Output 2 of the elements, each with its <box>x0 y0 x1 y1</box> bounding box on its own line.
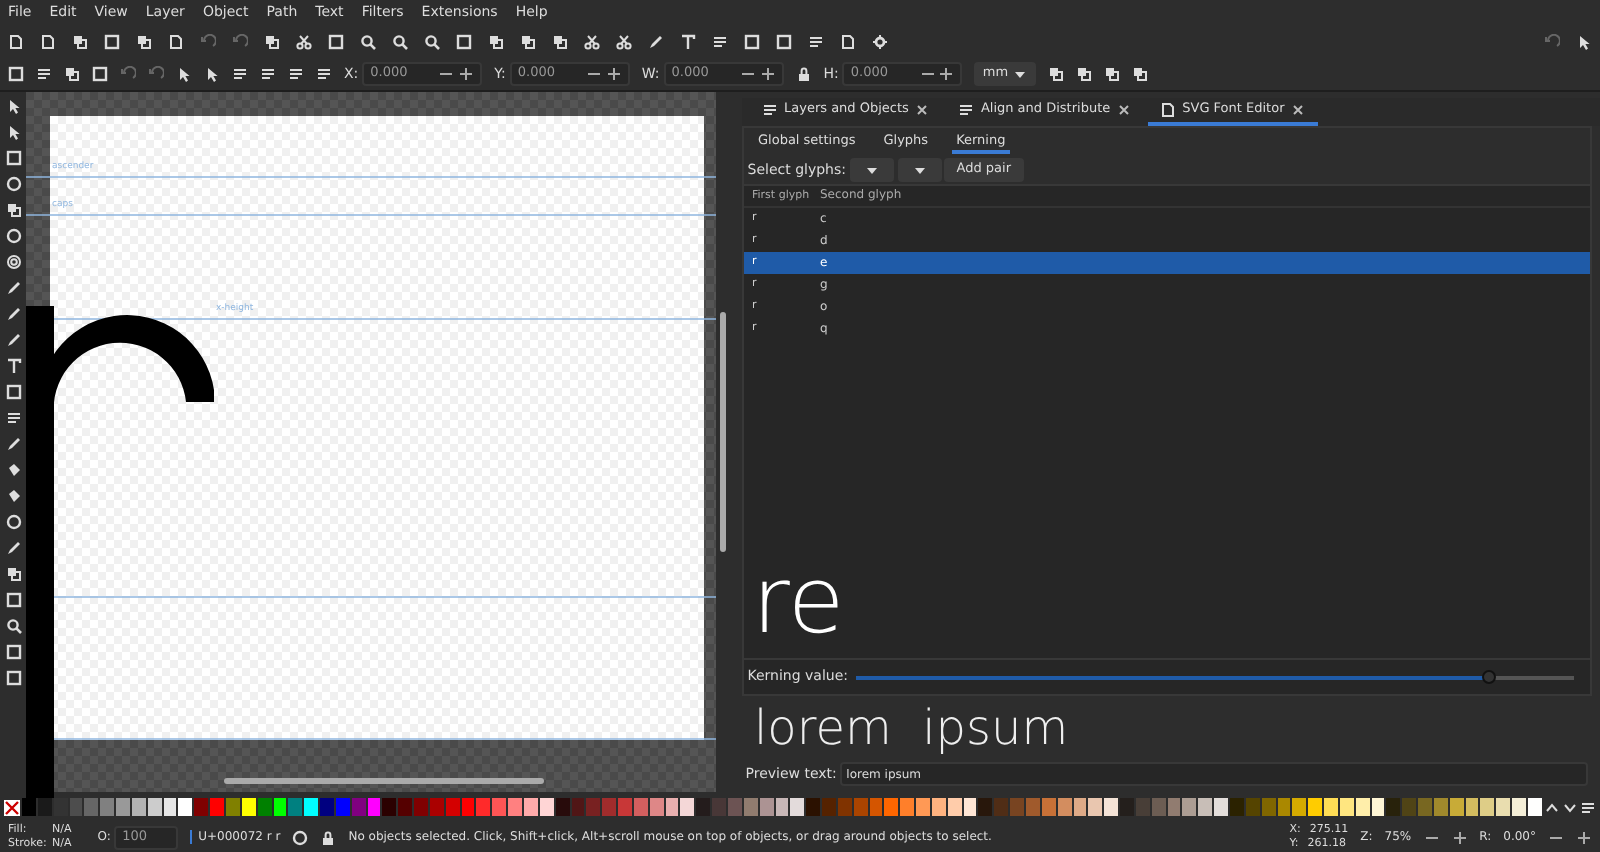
text-preview: lorem ipsum <box>752 698 1071 760</box>
pair-preview-text: re <box>750 554 847 646</box>
